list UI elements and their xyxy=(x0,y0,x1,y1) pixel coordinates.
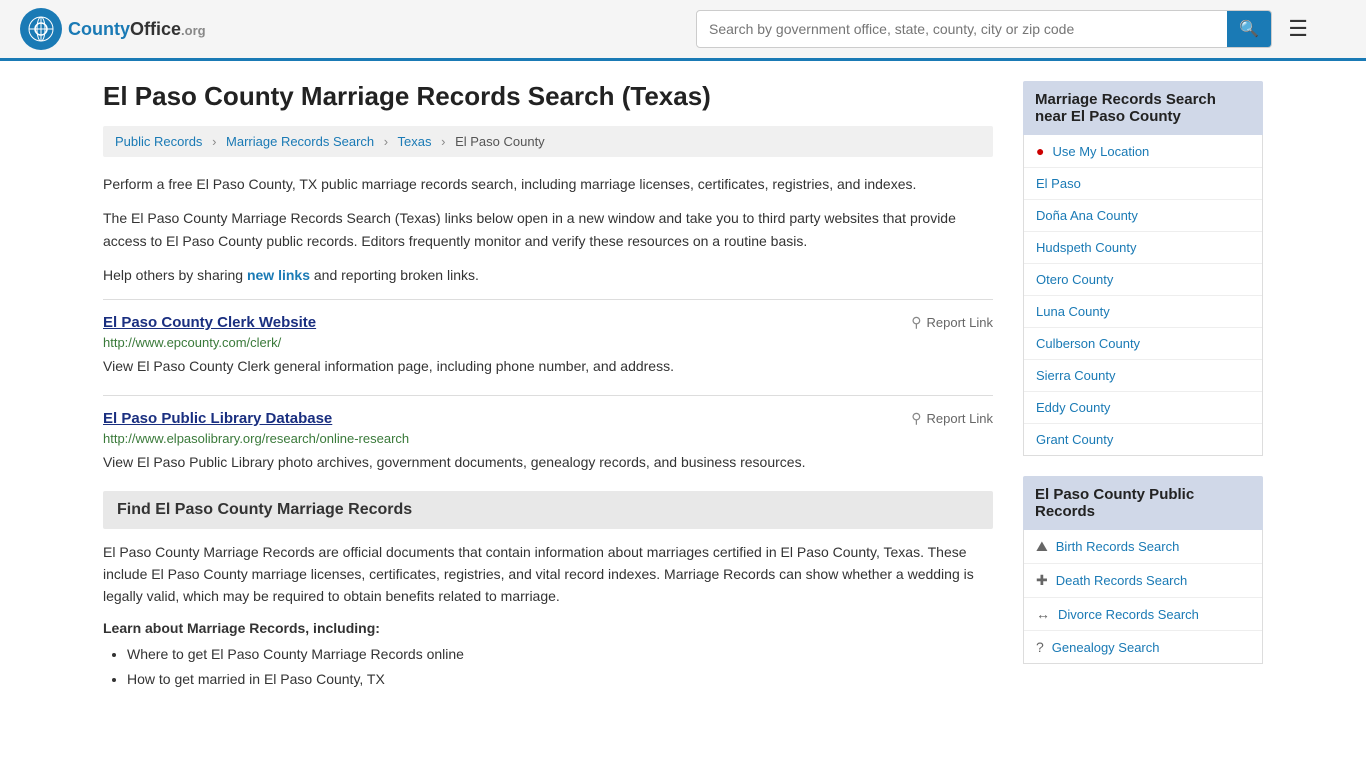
sidebar-item-divorce-records[interactable]: ↔ Divorce Records Search xyxy=(1024,598,1262,631)
report-link-btn-2[interactable]: ⚲ Report Link xyxy=(911,410,993,427)
logo-icon xyxy=(20,8,62,50)
record-desc-2: View El Paso Public Library photo archiv… xyxy=(103,452,993,473)
divorce-records-link[interactable]: Divorce Records Search xyxy=(1058,607,1199,622)
record-url-2[interactable]: http://www.elpasolibrary.org/research/on… xyxy=(103,431,993,446)
dona-ana-link[interactable]: Doña Ana County xyxy=(1036,208,1138,223)
menu-button[interactable]: ☰ xyxy=(1280,12,1316,46)
breadcrumb-public-records[interactable]: Public Records xyxy=(115,134,202,149)
sidebar-public-records-header: El Paso County Public Records xyxy=(1023,476,1263,530)
hudspeth-link[interactable]: Hudspeth County xyxy=(1036,240,1136,255)
use-my-location-link[interactable]: Use My Location xyxy=(1052,144,1149,159)
record-title-1[interactable]: El Paso County Clerk Website xyxy=(103,314,316,331)
page-title: El Paso County Marriage Records Search (… xyxy=(103,81,993,112)
search-box: 🔍 xyxy=(696,10,1272,48)
breadcrumb: Public Records › Marriage Records Search… xyxy=(103,126,993,157)
birth-records-link[interactable]: Birth Records Search xyxy=(1056,539,1180,554)
culberson-link[interactable]: Culberson County xyxy=(1036,336,1140,351)
main-container: El Paso County Marriage Records Search (… xyxy=(83,61,1283,694)
breadcrumb-texas[interactable]: Texas xyxy=(398,134,432,149)
search-input[interactable] xyxy=(697,13,1227,45)
report-link-btn-1[interactable]: ⚲ Report Link xyxy=(911,314,993,331)
breadcrumb-current: El Paso County xyxy=(455,134,545,149)
record-card-2: El Paso Public Library Database ⚲ Report… xyxy=(103,395,993,477)
site-header: CountyOffice.org 🔍 ☰ xyxy=(0,0,1366,61)
description-2: The El Paso County Marriage Records Sear… xyxy=(103,207,993,252)
sidebar-item-eddy[interactable]: Eddy County xyxy=(1024,392,1262,424)
sidebar-marriage-section: Marriage Records Search near El Paso Cou… xyxy=(1023,81,1263,456)
main-content: El Paso County Marriage Records Search (… xyxy=(103,81,993,694)
eddy-link[interactable]: Eddy County xyxy=(1036,400,1110,415)
record-url-1[interactable]: http://www.epcounty.com/clerk/ xyxy=(103,335,993,350)
sidebar-item-culberson[interactable]: Culberson County xyxy=(1024,328,1262,360)
sidebar-item-hudspeth[interactable]: Hudspeth County xyxy=(1024,232,1262,264)
location-pin-icon: ● xyxy=(1036,143,1044,159)
search-icon: 🔍 xyxy=(1239,21,1259,38)
report-icon-1: ⚲ xyxy=(911,314,921,331)
report-icon-2: ⚲ xyxy=(911,410,921,427)
sidebar-item-death-records[interactable]: ✚ Death Records Search xyxy=(1024,564,1262,598)
find-section-header: Find El Paso County Marriage Records xyxy=(103,491,993,529)
sidebar-public-records-list: ⛰ Birth Records Search ✚ Death Records S… xyxy=(1023,530,1263,664)
sidebar-item-birth-records[interactable]: ⛰ Birth Records Search xyxy=(1024,530,1262,564)
bullet-item-2: How to get married in El Paso County, TX xyxy=(127,669,993,690)
sidebar: Marriage Records Search near El Paso Cou… xyxy=(1023,81,1263,694)
hamburger-icon: ☰ xyxy=(1288,16,1308,41)
description-1: Perform a free El Paso County, TX public… xyxy=(103,173,993,195)
birth-icon: ⛰ xyxy=(1036,538,1048,555)
sidebar-item-otero[interactable]: Otero County xyxy=(1024,264,1262,296)
description-3: Help others by sharing new links and rep… xyxy=(103,264,993,286)
genealogy-link[interactable]: Genealogy Search xyxy=(1052,640,1160,655)
sidebar-public-records-section: El Paso County Public Records ⛰ Birth Re… xyxy=(1023,476,1263,664)
find-section-description: El Paso County Marriage Records are offi… xyxy=(103,541,993,608)
sidebar-marriage-list: ● Use My Location El Paso Doña Ana Count… xyxy=(1023,135,1263,456)
luna-link[interactable]: Luna County xyxy=(1036,304,1110,319)
sierra-link[interactable]: Sierra County xyxy=(1036,368,1115,383)
divorce-icon: ↔ xyxy=(1036,606,1050,622)
sidebar-marriage-header: Marriage Records Search near El Paso Cou… xyxy=(1023,81,1263,135)
sidebar-item-grant[interactable]: Grant County xyxy=(1024,424,1262,455)
sidebar-item-luna[interactable]: Luna County xyxy=(1024,296,1262,328)
record-card-1: El Paso County Clerk Website ⚲ Report Li… xyxy=(103,299,993,381)
sidebar-item-genealogy[interactable]: ? Genealogy Search xyxy=(1024,631,1262,663)
death-icon: ✚ xyxy=(1036,572,1048,589)
bullet-item-1: Where to get El Paso County Marriage Rec… xyxy=(127,644,993,665)
search-area: 🔍 ☰ xyxy=(696,10,1316,48)
sidebar-item-el-paso[interactable]: El Paso xyxy=(1024,168,1262,200)
learn-bullets: Where to get El Paso County Marriage Rec… xyxy=(127,644,993,690)
logo-text: CountyOffice.org xyxy=(68,19,206,40)
new-links-link[interactable]: new links xyxy=(247,267,310,283)
death-records-link[interactable]: Death Records Search xyxy=(1056,573,1188,588)
breadcrumb-marriage-records[interactable]: Marriage Records Search xyxy=(226,134,374,149)
logo-area: CountyOffice.org xyxy=(20,8,206,50)
otero-link[interactable]: Otero County xyxy=(1036,272,1113,287)
grant-link[interactable]: Grant County xyxy=(1036,432,1113,447)
sidebar-item-sierra[interactable]: Sierra County xyxy=(1024,360,1262,392)
record-desc-1: View El Paso County Clerk general inform… xyxy=(103,356,993,377)
genealogy-icon: ? xyxy=(1036,639,1044,655)
record-title-2[interactable]: El Paso Public Library Database xyxy=(103,410,332,427)
learn-title: Learn about Marriage Records, including: xyxy=(103,620,993,636)
search-button[interactable]: 🔍 xyxy=(1227,11,1271,47)
sidebar-item-use-my-location[interactable]: ● Use My Location xyxy=(1024,135,1262,168)
sidebar-item-dona-ana[interactable]: Doña Ana County xyxy=(1024,200,1262,232)
el-paso-link[interactable]: El Paso xyxy=(1036,176,1081,191)
